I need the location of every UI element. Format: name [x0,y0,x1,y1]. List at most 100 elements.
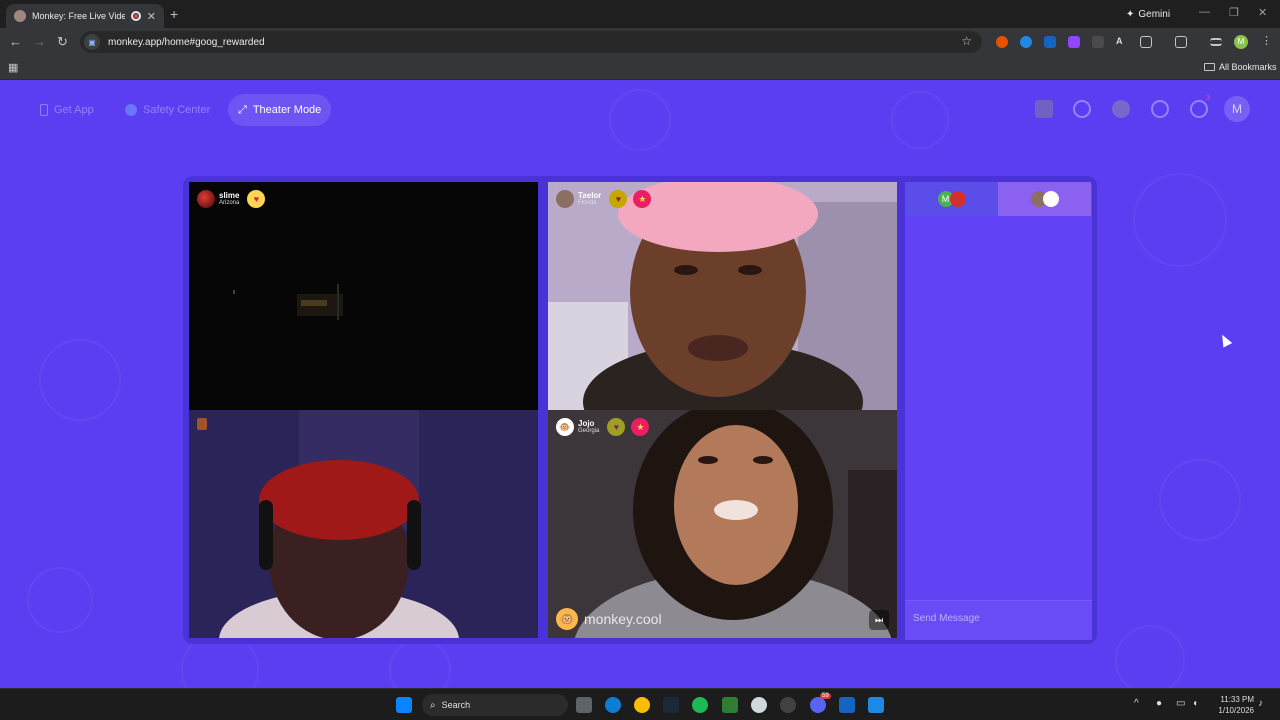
heart-badge-icon[interactable]: ♥ [247,190,266,208]
extension-blue-icon[interactable] [1020,36,1032,48]
chrome-icon[interactable] [634,697,650,713]
phone-icon [40,104,48,116]
url-text: monkey.app/home#goog_rewarded [108,36,265,48]
search-icon: ⌕ [430,699,436,711]
site-info-icon[interactable]: ▣ [84,34,100,50]
taskbar-search[interactable]: ⌕ Search [422,694,568,716]
twitch-extension-icon[interactable] [1068,36,1080,48]
chat-tab-avatar-monkey [1042,191,1059,207]
discord-icon[interactable] [810,697,826,713]
participant-location: Arizona [219,200,240,206]
settings-gear-icon[interactable] [780,697,796,713]
all-bookmarks-label: All Bookmarks [1219,62,1277,72]
tab-title: Monkey: Free Live Video Ch [32,11,125,21]
profile-avatar[interactable]: M [1224,96,1250,122]
participant-info: slime Arizona ♥ [197,190,266,208]
microphone-icon[interactable]: ● [1156,698,1162,709]
browser-tab[interactable]: Monkey: Free Live Video Ch ✕ [6,4,164,28]
theater-mode-button[interactable]: ⤢ Theater Mode [228,94,332,126]
new-tab-button[interactable]: + [170,6,178,22]
discord-badge: 59 [820,693,831,699]
media-control-icon[interactable] [1210,38,1222,46]
browser-toolbar: ← → ↻ ▣ monkey.app/home#goog_rewarded ☆ … [0,28,1280,56]
cast-icon[interactable] [1175,36,1187,48]
shield-icon [125,104,137,116]
participant-name: Taelor [578,191,602,200]
participant-avatar[interactable] [197,190,215,208]
gemini-button[interactable]: ✦ Gemini [1120,5,1176,23]
recording-icon [130,11,141,21]
video-tile-taelor: Taelor Florida ♥ ★ [548,182,897,410]
edge-icon[interactable] [605,697,621,713]
extension-gray-icon[interactable] [1092,36,1104,48]
extensions-puzzle-icon[interactable] [1140,36,1152,48]
reload-icon[interactable]: ↻ [57,34,68,50]
participant-avatar[interactable] [556,190,574,208]
monkey-watermark: 🐵 monkey.cool [556,608,662,630]
browser-menu-icon[interactable]: ⋮ [1261,34,1272,47]
gift-badge-icon[interactable]: ★ [631,418,650,436]
extension-link-icon[interactable] [1044,36,1056,48]
bookmark-star-icon[interactable]: ☆ [961,34,972,48]
coins-icon[interactable] [1035,100,1053,118]
back-icon[interactable]: ← [9,34,22,49]
safety-center-button[interactable]: Safety Center [115,94,220,126]
spotify-icon[interactable] [692,697,708,713]
chat-tab-avatar-red [949,191,966,207]
windows-taskbar: ⌕ Search 59 ^ ● ▭ ◖ 11:33 PM 1/10/2026 ♪ [0,688,1280,720]
apps-grid-icon[interactable]: ▦ [8,61,18,74]
gemini-label: Gemini [1138,8,1171,20]
participant-location: Florida [578,200,597,206]
safety-center-label: Safety Center [143,104,211,116]
notifications-bell-icon[interactable]: ♪ [1258,698,1263,709]
participant-info [197,418,207,430]
monkey-favicon-icon [14,10,26,22]
heart-badge-icon[interactable]: ♥ [607,418,626,436]
restore-icon[interactable]: ❐ [1229,6,1239,19]
monkey-app-page: Get App Safety Center ⤢ Theater Mode 3 M… [0,80,1280,688]
get-app-button[interactable]: Get App [30,94,104,126]
network-icon[interactable]: ▭ [1176,698,1185,709]
browser-profile-avatar[interactable]: M [1234,35,1248,49]
chat-tab-2[interactable] [998,182,1091,216]
watermark-text: monkey.cool [584,611,662,627]
send-message-input[interactable]: Send Message [905,600,1092,640]
gift-badge-icon[interactable]: ★ [633,190,652,208]
participant-info: Taelor Florida ♥ ★ [556,190,652,208]
tab-close-icon[interactable]: ✕ [147,10,156,23]
steam-icon[interactable] [663,697,679,713]
file-explorer-icon[interactable] [576,697,592,713]
extension-fire-icon[interactable] [996,36,1008,48]
video-tile-self [189,410,538,638]
ccleaner-icon[interactable] [751,697,767,713]
app-blue-2-icon[interactable] [868,697,884,713]
extension-a-icon[interactable]: A [1116,36,1128,48]
history-clock-icon[interactable] [1151,100,1169,118]
minimize-icon[interactable]: — [1199,6,1210,18]
chat-bubble-icon[interactable] [1190,100,1208,118]
chat-tab-1[interactable]: M [905,182,998,216]
gemini-sparkle-icon: ✦ [1126,8,1135,20]
participant-avatar[interactable]: 🐵 [556,418,574,436]
self-video [189,410,538,638]
browser-tab-strip: Monkey: Free Live Video Ch ✕ + ✦ Gemini … [0,0,1280,28]
volume-icon[interactable]: ◖ [1192,698,1198,709]
theater-mode-label: Theater Mode [252,104,322,116]
address-bar[interactable]: ▣ monkey.app/home#goog_rewarded ☆ [80,31,982,53]
participant-location: Georgia [578,428,600,434]
video-tile-jojo: 🐵 Jojo Georgia ♥ ★ 🐵 monkey.cool ⏭ [548,410,897,638]
forward-icon[interactable]: → [33,34,46,49]
windows-start-icon[interactable] [396,697,412,713]
taskbar-clock[interactable]: 11:33 PM 1/10/2026 [1208,694,1254,716]
window-close-icon[interactable]: ✕ [1258,6,1267,19]
user-avatar-icon[interactable] [1112,100,1130,118]
all-bookmarks-button[interactable]: All Bookmarks [1204,62,1277,72]
heart-badge-icon[interactable]: ♥ [609,190,628,208]
get-app-label: Get App [54,104,94,116]
tray-chevron-icon[interactable]: ^ [1134,698,1139,709]
chat-panel: M Send Message [905,182,1092,640]
app-blue-icon[interactable] [839,697,855,713]
skip-icon[interactable]: ⏭ [869,610,889,630]
search-icon[interactable] [1073,100,1091,118]
xbox-icon[interactable] [722,697,738,713]
